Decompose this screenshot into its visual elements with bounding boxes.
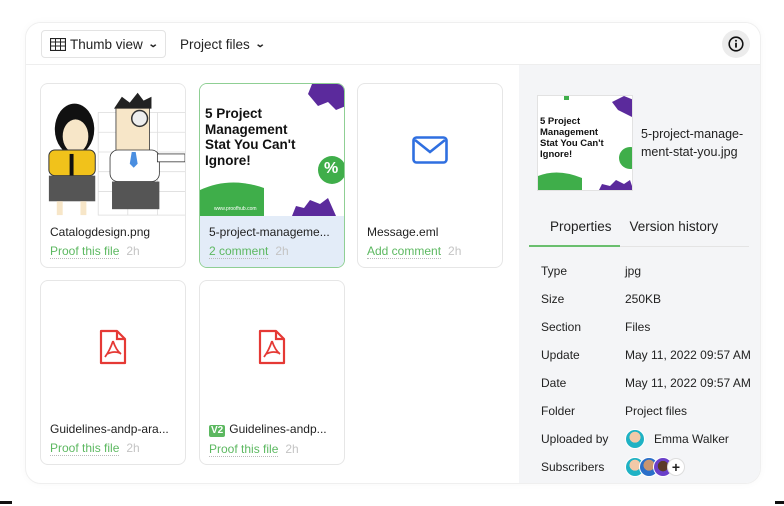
property-value: May 11, 2022 09:57 AM [625, 376, 751, 390]
percent-symbol: % [324, 160, 339, 177]
promo-url: www.proofhub.com [214, 206, 257, 212]
property-key: Folder [541, 404, 576, 418]
file-name: Catalogdesign.png [50, 225, 151, 239]
proof-file-link[interactable]: Proof this file [209, 442, 279, 457]
subscribers-list: + [625, 457, 685, 477]
file-time: 2h [126, 441, 140, 455]
property-row: Uploaded by Emma Walker [541, 425, 760, 453]
file-time: 2h [448, 244, 462, 258]
file-meta: Guidelines-andp-ara... Proof this file 2… [41, 413, 185, 464]
file-thumbnail [200, 281, 344, 413]
proof-file-link[interactable]: Proof this file [50, 441, 120, 456]
tab-properties[interactable]: Properties [529, 215, 620, 247]
property-key: Subscribers [541, 460, 605, 474]
file-name: Guidelines-andp-ara... [50, 422, 169, 436]
file-name: 5-project-manageme... [209, 225, 330, 239]
properties-list: Type jpg Size 250KB Section Files Update… [541, 257, 760, 481]
corner-marker [775, 501, 784, 504]
avatar[interactable] [625, 429, 645, 449]
property-row: Size 250KB [541, 285, 760, 313]
property-value: jpg [625, 264, 642, 278]
view-mode-dropdown[interactable]: Thumb view ⌄ [41, 30, 167, 58]
promo-image: % 5 Project Management Stat You Can't Ig… [200, 84, 344, 216]
file-meta: 5-project-manageme... 2 comment 2h [200, 216, 344, 267]
property-row: Folder Project files [541, 397, 760, 425]
file-card[interactable]: Message.eml Add comment 2h [357, 83, 503, 268]
version-badge: V2 [209, 425, 226, 437]
file-time: 2h [275, 244, 289, 258]
tab-version-history[interactable]: Version history [620, 215, 729, 247]
panel-tabs: Properties Version history [529, 215, 749, 247]
file-meta: V2 Guidelines-andp... Proof this file 2h [200, 413, 344, 464]
file-thumbnail [41, 281, 185, 413]
preview-thumbnail: 5 Project Management Stat You Can't Igno… [537, 95, 633, 191]
property-value: 250KB [625, 292, 662, 306]
folder-label: Project files [180, 36, 250, 52]
file-name: Message.eml [367, 225, 439, 239]
file-time: 2h [285, 442, 299, 456]
file-card[interactable]: Catalogdesign.png Proof this file 2h [40, 83, 186, 268]
folder-dropdown[interactable]: Project files ⌄ [178, 30, 266, 58]
file-thumbnail: % 5 Project Management Stat You Can't Ig… [200, 84, 344, 216]
corner-marker [0, 501, 12, 504]
property-row: Subscribers + [541, 453, 760, 481]
file-name: V2 Guidelines-andp... [209, 422, 327, 437]
file-time: 2h [126, 244, 140, 258]
grid-table-icon [50, 37, 66, 51]
file-thumbnail [358, 84, 502, 216]
property-value[interactable]: Project files [625, 404, 687, 418]
add-subscriber-button[interactable]: + [667, 458, 685, 476]
property-row: Date May 11, 2022 09:57 AM [541, 369, 760, 397]
file-card[interactable]: Guidelines-andp-ara... Proof this file 2… [40, 280, 186, 465]
file-browser-window: Thumb view ⌄ Project files ⌄ Catalogdesi… [25, 22, 761, 484]
proof-file-link[interactable]: Proof this file [50, 244, 120, 259]
property-key: Type [541, 264, 568, 278]
property-key: Date [541, 376, 567, 390]
property-value: Files [625, 320, 651, 334]
file-card-selected[interactable]: % 5 Project Management Stat You Can't Ig… [199, 83, 345, 268]
details-panel: 5 Project Management Stat You Can't Igno… [519, 65, 760, 483]
selected-file-name: 5-project-manage- ment-stat-you.jpg [641, 127, 744, 159]
info-icon [728, 36, 744, 52]
property-row: Update May 11, 2022 09:57 AM [541, 341, 760, 369]
property-key: Update [541, 348, 580, 362]
comments-link[interactable]: 2 comment [209, 244, 269, 259]
info-button[interactable] [722, 30, 750, 58]
property-key: Size [541, 292, 565, 306]
cartoon-illustration [41, 84, 185, 216]
file-card[interactable]: V2 Guidelines-andp... Proof this file 2h [199, 280, 345, 465]
file-meta: Message.eml Add comment 2h [358, 216, 502, 267]
pdf-icon [258, 329, 286, 365]
file-thumbnail [41, 84, 185, 216]
chevron-down-icon: ⌄ [147, 38, 159, 50]
property-value: May 11, 2022 09:57 AM [625, 348, 751, 362]
pdf-icon [99, 329, 127, 365]
add-comment-link[interactable]: Add comment [367, 244, 442, 259]
file-meta: Catalogdesign.png Proof this file 2h [41, 216, 185, 267]
property-row: Type jpg [541, 257, 760, 285]
property-key: Uploaded by [541, 432, 609, 446]
toolbar: Thumb view ⌄ Project files ⌄ [26, 23, 760, 65]
promo-headline: 5 Project Management Stat You Can't Igno… [205, 106, 296, 168]
property-key: Section [541, 320, 582, 334]
mail-icon [412, 136, 448, 164]
uploader-name[interactable]: Emma Walker [654, 432, 729, 446]
preview-headline: 5 Project Management Stat You Can't Igno… [540, 116, 604, 160]
property-row: Section Files [541, 313, 760, 341]
view-mode-label: Thumb view [70, 36, 143, 52]
chevron-down-icon: ⌄ [254, 38, 266, 50]
